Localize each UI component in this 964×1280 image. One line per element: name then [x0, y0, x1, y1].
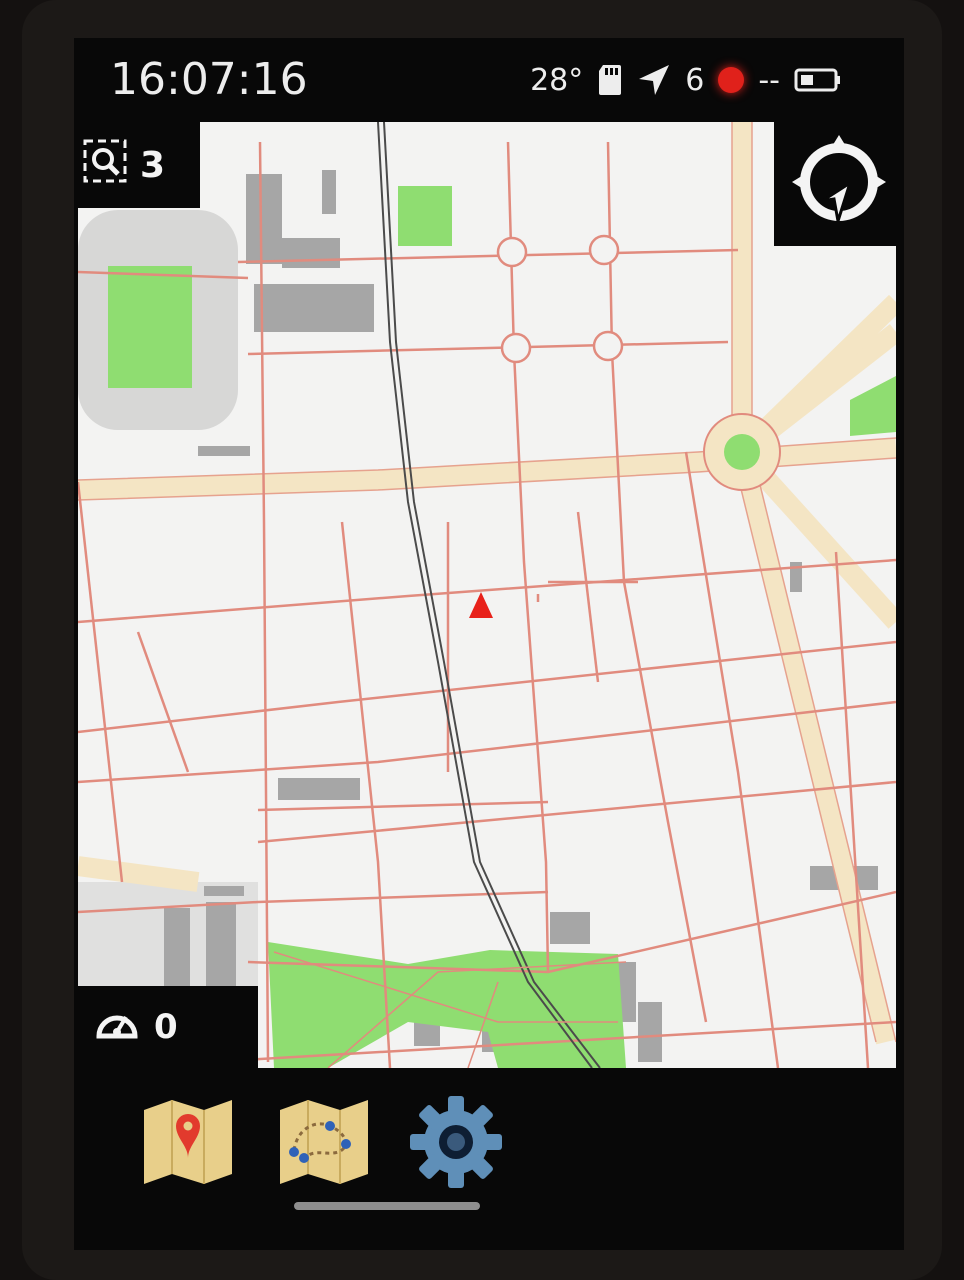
speedometer-icon — [94, 1002, 140, 1053]
temperature-label: 28° — [530, 62, 584, 98]
settings-button[interactable] — [406, 1092, 506, 1192]
map-pin-icon — [138, 1100, 238, 1196]
bottom-dock — [74, 1068, 904, 1250]
status-indicators: 28° 6 -- — [530, 60, 842, 100]
satellite-count: 6 — [685, 62, 705, 98]
map-canvas — [78, 122, 896, 1068]
map-pin-button[interactable] — [138, 1092, 238, 1192]
zoom-level-badge[interactable]: 3 — [74, 122, 200, 208]
zoom-magnifier-icon — [82, 138, 128, 193]
home-indicator[interactable] — [294, 1202, 480, 1210]
speed-badge: 0 — [74, 986, 258, 1068]
route-map-button[interactable] — [274, 1092, 374, 1192]
zoom-level-value: 3 — [140, 144, 166, 186]
recording-dot-icon — [718, 67, 745, 93]
gps-arrow-icon — [637, 63, 671, 97]
compass-navigation-icon — [784, 127, 894, 241]
speed-value: 0 — [154, 1007, 178, 1047]
signal-label: -- — [758, 62, 780, 98]
map-view[interactable] — [78, 122, 896, 1068]
device-screen: 16:07:16 28° 6 -- 3 0 — [74, 38, 904, 1250]
compass-navigation-button[interactable] — [774, 122, 904, 246]
battery-icon — [794, 67, 842, 93]
stadium-field — [108, 266, 192, 388]
gear-icon — [406, 1096, 506, 1196]
route-map-icon — [274, 1100, 374, 1196]
clock: 16:07:16 — [110, 54, 308, 105]
status-bar: 16:07:16 28° 6 -- — [74, 38, 904, 122]
sd-card-icon — [597, 63, 623, 97]
